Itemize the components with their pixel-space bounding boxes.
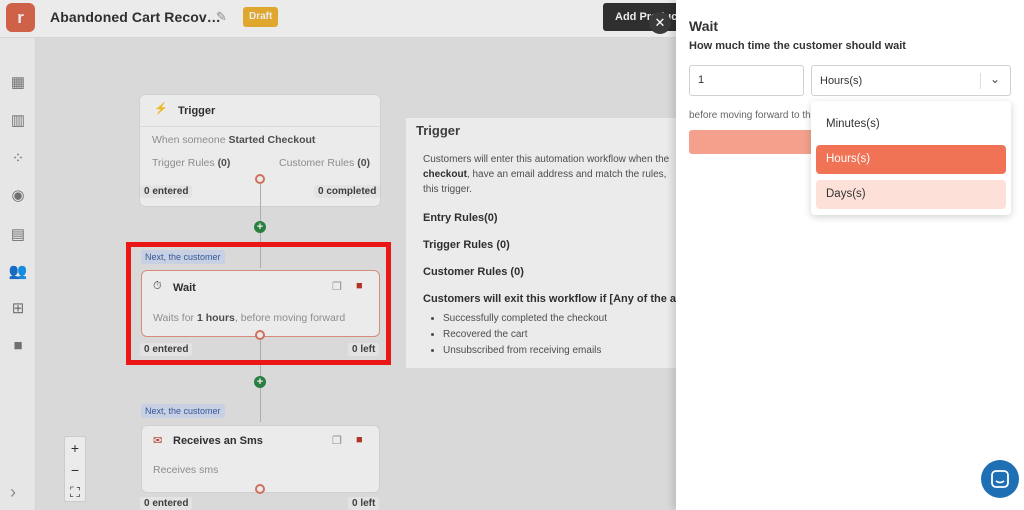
chevron-down-icon[interactable]: ⌄ — [990, 72, 1000, 86]
close-button[interactable]: ✕ — [649, 12, 671, 34]
wait-unit-select[interactable]: Hours(s) ⌄ — [811, 65, 1011, 96]
wait-amount-input[interactable]: 1 — [689, 65, 804, 96]
chat-launcher-button[interactable] — [981, 460, 1019, 498]
option-minutes[interactable]: Minutes(s) — [816, 110, 1006, 139]
panel-title: Wait — [689, 18, 719, 34]
save-button[interactable] — [689, 130, 814, 154]
select-value: Hours(s) — [820, 75, 863, 87]
option-days[interactable]: Days(s) — [816, 180, 1006, 209]
chat-icon — [991, 470, 1009, 488]
overlay-dim[interactable] — [0, 0, 676, 510]
option-hours[interactable]: Hours(s) — [816, 145, 1006, 174]
before-moving-text: before moving forward to th — [689, 110, 811, 121]
wait-question-label: How much time the customer should wait — [689, 40, 906, 52]
wait-settings-panel: Wait How much time the customer should w… — [676, 0, 1024, 510]
unit-dropdown-menu: Minutes(s) Hours(s) Days(s) — [811, 101, 1011, 215]
